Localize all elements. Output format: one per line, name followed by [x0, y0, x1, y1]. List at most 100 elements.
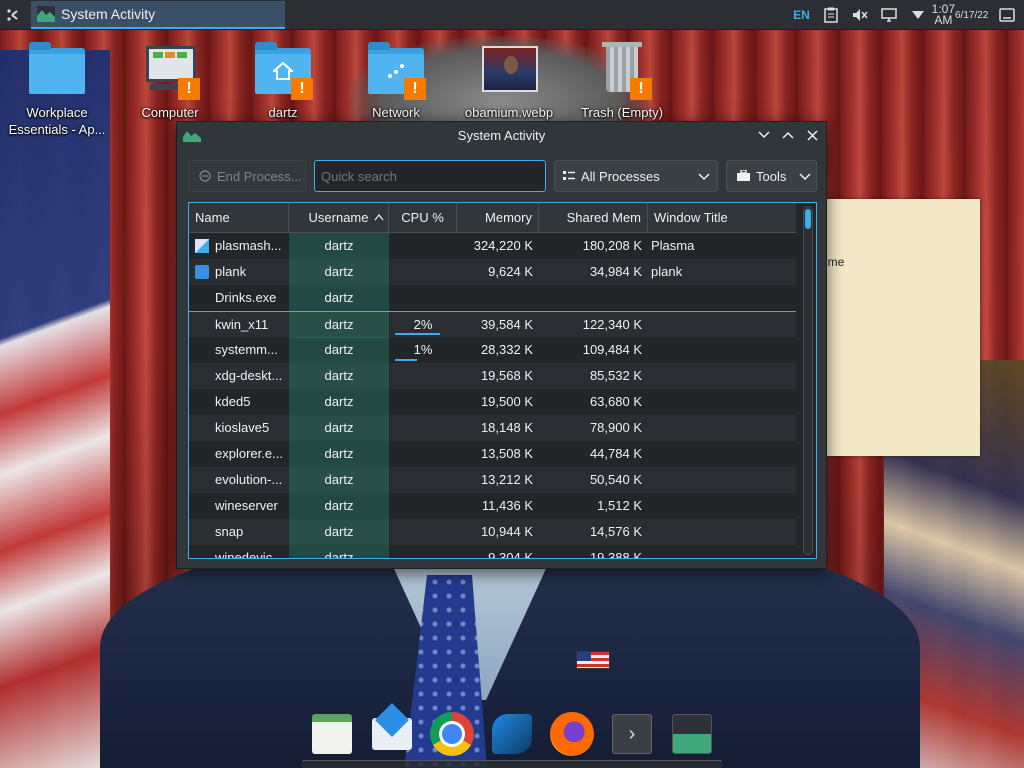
sticky-note-widget[interactable]: [820, 199, 980, 456]
desktop-icon-network[interactable]: ! Network: [340, 40, 452, 121]
tray-expand-arrow-icon[interactable]: [903, 0, 932, 30]
close-button[interactable]: [802, 125, 822, 145]
minimize-button[interactable]: [754, 125, 774, 145]
trash-icon: !: [592, 40, 652, 100]
dock-item-system-activity[interactable]: [670, 712, 714, 756]
table-row[interactable]: kwin_x11 dartz 2% 39,584 K 122,340 K: [189, 311, 796, 338]
desktop-icon-workplace-essentials[interactable]: Workplace Essentials - Ap...: [1, 40, 113, 138]
column-header-username[interactable]: Username: [289, 203, 389, 233]
column-header-memory[interactable]: Memory: [457, 203, 539, 233]
window-title-cell: [648, 519, 796, 545]
dock-item-chrome[interactable]: [430, 712, 474, 756]
window-title-cell: [648, 441, 796, 467]
process-table[interactable]: Name Username CPU % Memory Shared Mem Wi…: [188, 202, 817, 559]
table-row[interactable]: evolution-... dartz 13,212 K 50,540 K: [189, 467, 796, 493]
volume-muted-icon[interactable]: [845, 0, 874, 30]
window-title-cell: plank: [651, 264, 683, 279]
cpu-cell: [389, 467, 457, 493]
process-toolbar: End Process... All Processes Tools: [188, 160, 817, 192]
window-titlebar[interactable]: System Activity: [177, 122, 826, 148]
desktop-icon-computer[interactable]: ! Computer: [114, 40, 226, 121]
show-desktop-icon[interactable]: [990, 0, 1024, 30]
table-row[interactable]: Drinks.exe dartz: [189, 285, 796, 311]
plank-dock: ›: [302, 704, 722, 768]
memory-cell: 10,944 K: [480, 524, 533, 539]
username-cell: dartz: [289, 233, 389, 259]
digital-clock[interactable]: 1:07 AM 6/17/22: [932, 0, 989, 30]
clipboard-icon[interactable]: [816, 0, 845, 30]
cpu-cell: [389, 441, 457, 467]
desktop-icon-trash[interactable]: ! Trash (Empty): [566, 40, 678, 121]
table-row[interactable]: kioslave5 dartz 18,148 K 78,900 K: [189, 415, 796, 441]
table-row[interactable]: plasmash... dartz 324,220 K 180,208 K Plasma: [189, 233, 796, 259]
list-icon: [563, 171, 575, 180]
maximize-button[interactable]: [778, 125, 798, 145]
taskbar-item-system-activity[interactable]: System Activity: [31, 1, 285, 29]
dock-item-firefox[interactable]: [550, 712, 594, 756]
cpu-cell: [389, 493, 457, 519]
tools-menu-button[interactable]: Tools: [726, 160, 817, 192]
table-scrollbar[interactable]: [803, 206, 813, 555]
table-row[interactable]: xdg-deskt... dartz 19,568 K 85,532 K: [189, 363, 796, 389]
warning-icon: !: [630, 78, 652, 100]
username-cell: dartz: [289, 259, 389, 285]
username-cell: dartz: [289, 311, 389, 338]
scrollbar-thumb[interactable]: [805, 209, 811, 229]
shared-mem-cell: 109,484 K: [582, 342, 642, 357]
app-menu-icon[interactable]: [0, 0, 26, 30]
dock-item-terminal[interactable]: ›: [610, 712, 654, 756]
process-name-cell: evolution-...: [189, 467, 289, 493]
window-title-cell: [648, 545, 796, 558]
column-header-window-title[interactable]: Window Title: [648, 203, 796, 233]
username-cell: dartz: [289, 285, 389, 311]
desktop-icon-label: Trash (Empty): [581, 105, 663, 120]
clock-date: 6/17/22: [955, 9, 989, 21]
process-blank-icon: [195, 369, 209, 383]
dock-item-calendar[interactable]: [310, 712, 354, 756]
table-row[interactable]: wineserver dartz 11,436 K 1,512 K: [189, 493, 796, 519]
column-header-shared-mem[interactable]: Shared Mem: [539, 203, 648, 233]
quick-search-input[interactable]: [314, 160, 546, 192]
desktop-icon-dartz[interactable]: ! dartz: [227, 40, 339, 121]
process-blank-icon: [195, 291, 209, 305]
cpu-usage-bar: [395, 333, 440, 335]
network-icon[interactable]: [874, 0, 903, 30]
chevron-down-icon: [698, 173, 710, 181]
chevron-down-icon: [799, 173, 811, 181]
cpu-usage-bar: [395, 359, 417, 361]
table-row[interactable]: snap dartz 10,944 K 14,576 K: [189, 519, 796, 545]
process-name: wineserver: [215, 498, 278, 513]
memory-cell: 11,436 K: [481, 498, 533, 513]
process-blank-icon: [195, 447, 209, 461]
cpu-cell: [389, 285, 457, 311]
memory-cell: 19,568 K: [480, 368, 533, 383]
dock-item-mail[interactable]: [370, 712, 414, 756]
system-tray: EN 1:07 AM 6/17/22: [787, 0, 1024, 30]
memory-cell: [457, 285, 539, 311]
username-cell: dartz: [289, 363, 389, 389]
table-row[interactable]: plank dartz 9,624 K 34,984 K plank: [189, 259, 796, 285]
process-name-cell: snap: [189, 519, 289, 545]
process-filter-select[interactable]: All Processes: [554, 160, 718, 192]
shared-mem-cell: 44,784 K: [589, 446, 642, 461]
end-process-button[interactable]: End Process...: [188, 160, 306, 192]
column-header-cpu[interactable]: CPU %: [389, 203, 457, 233]
process-name: Drinks.exe: [215, 290, 277, 305]
memory-cell: 9,624 K: [488, 264, 533, 279]
table-row[interactable]: winedevic... dartz 9,304 K 19,388 K: [189, 545, 796, 558]
process-table-body: plasmash... dartz 324,220 K 180,208 K Plasma…: [189, 233, 796, 558]
terminal-icon: ›: [612, 714, 652, 754]
desktop-icon-obamium[interactable]: obamium.webp: [453, 40, 565, 121]
column-header-name[interactable]: Name: [189, 203, 289, 233]
dock-item-bird-app[interactable]: [490, 712, 534, 756]
shared-mem-cell: 34,984 K: [589, 264, 642, 279]
table-row[interactable]: kded5 dartz 19,500 K 63,680 K: [189, 389, 796, 415]
table-row[interactable]: explorer.e... dartz 13,508 K 44,784 K: [189, 441, 796, 467]
shared-mem-cell: 63,680 K: [589, 394, 642, 409]
table-row[interactable]: systemm... dartz 1% 28,332 K 109,484 K: [189, 337, 796, 363]
keyboard-layout-indicator[interactable]: EN: [787, 0, 816, 30]
computer-icon: !: [140, 40, 200, 100]
network-folder-icon: !: [366, 40, 426, 100]
warning-icon: !: [404, 78, 426, 100]
toolbox-icon: [737, 170, 750, 181]
